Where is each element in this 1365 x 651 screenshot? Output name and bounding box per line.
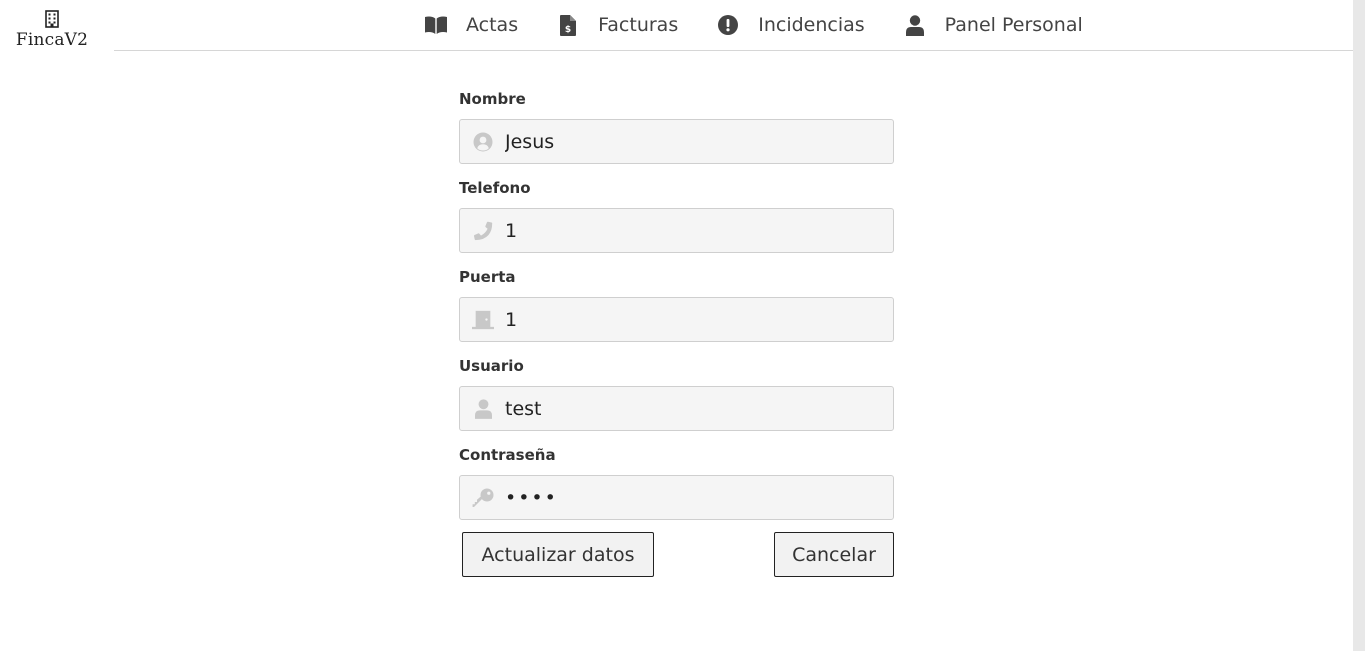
puerta-input[interactable] bbox=[505, 298, 885, 341]
nav-item-incidencias[interactable]: Incidencias bbox=[716, 14, 865, 36]
nombre-label: Nombre bbox=[459, 90, 526, 108]
contrasena-label: Contraseña bbox=[459, 446, 556, 464]
contrasena-field bbox=[459, 475, 894, 520]
nombre-input[interactable] bbox=[505, 120, 885, 163]
nombre-field bbox=[459, 119, 894, 164]
telefono-input[interactable] bbox=[505, 209, 885, 252]
door-icon bbox=[472, 310, 494, 330]
nav-label-incidencias: Incidencias bbox=[758, 14, 865, 36]
usuario-input[interactable] bbox=[505, 387, 885, 430]
telefono-label: Telefono bbox=[459, 179, 531, 197]
page-scrollbar[interactable] bbox=[1353, 0, 1365, 651]
nav-item-panel-personal[interactable]: Panel Personal bbox=[903, 14, 1083, 36]
book-open-icon bbox=[424, 14, 448, 36]
profile-form: Nombre Telefono Puerta bbox=[459, 89, 894, 578]
user-circle-icon bbox=[472, 132, 494, 152]
contrasena-input[interactable] bbox=[505, 476, 885, 519]
cancel-button[interactable]: Cancelar bbox=[774, 532, 894, 577]
nav-item-actas[interactable]: Actas bbox=[424, 14, 518, 36]
nav-divider bbox=[114, 50, 1353, 51]
nav-label-panel-personal: Panel Personal bbox=[944, 14, 1083, 36]
update-button[interactable]: Actualizar datos bbox=[462, 532, 654, 577]
form-actions: Actualizar datos Cancelar bbox=[459, 532, 894, 578]
user-icon bbox=[472, 399, 494, 419]
exclamation-circle-icon bbox=[716, 14, 740, 36]
usuario-field bbox=[459, 386, 894, 431]
main-nav: Actas $ Facturas Incidencias Panel Perso… bbox=[424, 0, 1083, 50]
brand-link[interactable]: FincaV2 bbox=[0, 10, 104, 50]
building-icon bbox=[45, 10, 59, 28]
svg-text:$: $ bbox=[565, 25, 571, 35]
user-icon bbox=[903, 14, 927, 36]
puerta-label: Puerta bbox=[459, 268, 516, 286]
telefono-field bbox=[459, 208, 894, 253]
nav-label-actas: Actas bbox=[466, 14, 519, 36]
usuario-label: Usuario bbox=[459, 357, 524, 375]
key-icon bbox=[472, 488, 494, 508]
invoice-file-icon: $ bbox=[556, 14, 580, 36]
nav-item-facturas[interactable]: $ Facturas bbox=[556, 14, 678, 36]
puerta-field bbox=[459, 297, 894, 342]
phone-icon bbox=[472, 221, 494, 241]
nav-label-facturas: Facturas bbox=[598, 14, 679, 36]
brand-name: FincaV2 bbox=[15, 30, 89, 50]
